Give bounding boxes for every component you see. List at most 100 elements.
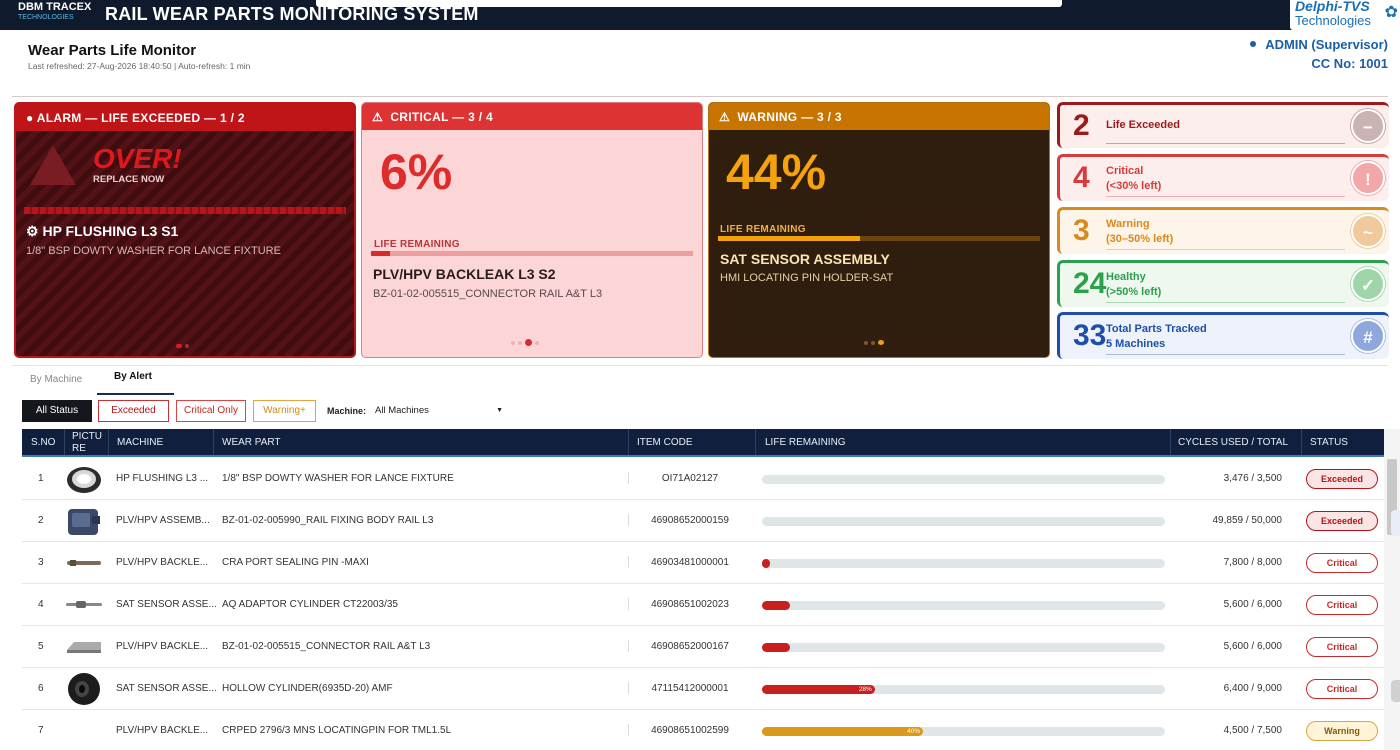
col-item-code[interactable]: ITEM CODE bbox=[637, 437, 693, 448]
part-picture[interactable] bbox=[64, 462, 104, 496]
minus-circle-icon: − bbox=[1351, 109, 1385, 143]
status-badge[interactable]: Exceeded bbox=[1306, 469, 1378, 489]
summary-label-sub: (<30% left) bbox=[1106, 180, 1162, 192]
col-cycles[interactable]: CYCLES USED / TOTAL bbox=[1178, 437, 1288, 448]
carousel-dot[interactable] bbox=[517, 340, 522, 345]
life-remaining-bar: 40% bbox=[762, 727, 1165, 736]
alarm-dot-icon: ● bbox=[26, 111, 34, 125]
warning-icon: ⚠ bbox=[372, 110, 384, 124]
alarm-card[interactable]: ● ALARM — LIFE EXCEEDED — 1 / 2 OVER! RE… bbox=[14, 102, 356, 358]
life-remaining-fill bbox=[762, 559, 771, 568]
summary-tile[interactable]: 24 Healthy (>50% left) ✓ bbox=[1057, 260, 1389, 307]
carousel-dot[interactable] bbox=[534, 340, 539, 345]
table-row[interactable]: 7 PLV/HPV BACKLE... CRPED 2796/3 MNS LOCAT… bbox=[22, 710, 1384, 750]
hash-icon: # bbox=[1351, 319, 1385, 353]
summary-label-main: Critical bbox=[1106, 165, 1144, 177]
table-row[interactable]: 6 SAT SENSOR ASSE... HOLLOW CYLINDER(6935D… bbox=[22, 668, 1384, 710]
warning-card[interactable]: ⚠ WARNING — 3 / 3 44% LIFE REMAINING SAT… bbox=[708, 102, 1050, 358]
summary-tile[interactable]: 4 Critical (<30% left)! bbox=[1057, 154, 1389, 201]
carousel-dot[interactable] bbox=[870, 340, 875, 345]
table-row[interactable]: 3 PLV/HPV BACKLE... CRA PORT SEALING PIN -… bbox=[22, 542, 1384, 584]
summary-label-sub: 5 Machines bbox=[1106, 338, 1166, 350]
critical-carousel-dots[interactable] bbox=[509, 334, 540, 352]
warning-carousel-dots[interactable] bbox=[862, 334, 885, 352]
status-badge[interactable]: Critical bbox=[1306, 595, 1378, 615]
carousel-dot[interactable] bbox=[510, 340, 515, 345]
row-sno: 2 bbox=[38, 515, 44, 526]
row-cycles: 4,500 / 7,500 bbox=[1223, 725, 1282, 736]
side-panel-handle[interactable] bbox=[1391, 680, 1400, 702]
warning-life-track bbox=[718, 236, 1040, 241]
brand-logo: DBM TRACEX TECHNOLOGIES bbox=[18, 0, 91, 22]
col-sno[interactable]: S.NO bbox=[31, 437, 55, 448]
status-badge[interactable]: Warning bbox=[1306, 721, 1378, 741]
table-row[interactable]: 2 PLV/HPV ASSEMB... BZ-01-02-005990_RAIL F… bbox=[22, 500, 1384, 542]
carousel-dot[interactable] bbox=[175, 343, 182, 348]
partner-emblem-icon: ✿ bbox=[1384, 4, 1398, 21]
alarm-carousel-dots[interactable] bbox=[174, 337, 190, 355]
status-badge[interactable]: Critical bbox=[1306, 553, 1378, 573]
life-remaining-bar bbox=[762, 559, 1165, 568]
filter-critical-button[interactable]: Critical Only bbox=[176, 400, 246, 422]
cell-divider bbox=[628, 640, 629, 652]
part-picture[interactable] bbox=[64, 504, 104, 538]
warning-card-title: SAT SENSOR ASSEMBLY bbox=[720, 251, 890, 267]
col-machine[interactable]: MACHINE bbox=[117, 437, 163, 448]
summary-tile[interactable]: 3 Warning (30–50% left) ~ bbox=[1057, 207, 1389, 254]
part-picture[interactable] bbox=[64, 630, 104, 664]
row-cycles: 49,859 / 50,000 bbox=[1212, 515, 1282, 526]
summary-tile[interactable]: 33 Total Parts Tracked 5 Machines # bbox=[1057, 312, 1389, 359]
col-wear-part[interactable]: WEAR PART bbox=[222, 437, 281, 448]
filter-all-status-button[interactable]: All Status bbox=[22, 400, 92, 422]
row-item-code: 46908651002599 bbox=[651, 725, 729, 736]
top-search-box[interactable] bbox=[316, 0, 1062, 7]
row-machine: PLV/HPV BACKLE... bbox=[116, 641, 209, 652]
status-badge[interactable]: Exceeded bbox=[1306, 511, 1378, 531]
part-picture[interactable] bbox=[64, 714, 104, 748]
summary-underline bbox=[1106, 196, 1345, 197]
tab-by-alert[interactable]: By Alert bbox=[114, 371, 152, 382]
table-row[interactable]: 4 SAT SENSOR ASSE... AQ ADAPTOR CYLINDER C… bbox=[22, 584, 1384, 626]
tilde-icon: ~ bbox=[1351, 214, 1385, 248]
summary-tile[interactable]: 2 Life Exceeded − bbox=[1057, 102, 1389, 148]
col-picture[interactable]: PICTURE bbox=[72, 431, 102, 455]
row-item-code: 46908652000159 bbox=[651, 515, 729, 526]
part-picture[interactable] bbox=[64, 546, 104, 580]
alarm-replace-text: REPLACE NOW bbox=[93, 174, 165, 185]
partner-sub: Technologies bbox=[1295, 13, 1371, 28]
filter-warning-button[interactable]: Warning+ bbox=[253, 400, 316, 422]
row-cycles: 3,476 / 3,500 bbox=[1223, 473, 1282, 484]
status-badge[interactable]: Critical bbox=[1306, 637, 1378, 657]
life-remaining-fill bbox=[762, 601, 791, 610]
carousel-dot[interactable] bbox=[184, 343, 189, 348]
life-remaining-bar: 28% bbox=[762, 685, 1165, 694]
side-panel-handle[interactable] bbox=[1391, 510, 1400, 536]
col-status[interactable]: STATUS bbox=[1310, 437, 1348, 448]
carousel-dot[interactable] bbox=[863, 340, 868, 345]
life-remaining-fill: 40% bbox=[762, 727, 924, 736]
top-bar: DBM TRACEX TECHNOLOGIES RAIL WEAR PARTS … bbox=[0, 0, 1400, 30]
row-machine: SAT SENSOR ASSE... bbox=[116, 599, 217, 610]
row-cycles: 5,600 / 6,000 bbox=[1223, 599, 1282, 610]
part-picture[interactable] bbox=[64, 672, 104, 706]
cc-number: CC No: 1001 bbox=[1311, 56, 1388, 71]
carousel-dot[interactable] bbox=[524, 339, 532, 347]
alarm-life-bar bbox=[24, 207, 346, 214]
col-divider bbox=[64, 429, 65, 455]
tab-by-machine[interactable]: By Machine bbox=[30, 374, 82, 385]
life-remaining-bar bbox=[762, 517, 1165, 526]
row-cycles: 6,400 / 9,000 bbox=[1223, 683, 1282, 694]
critical-card[interactable]: ⚠ CRITICAL — 3 / 4 6% LIFE REMAINING PLV… bbox=[361, 102, 703, 358]
row-machine: PLV/HPV BACKLE... bbox=[116, 725, 209, 736]
part-picture[interactable] bbox=[64, 588, 104, 622]
cell-divider bbox=[628, 514, 629, 526]
carousel-dot[interactable] bbox=[877, 340, 884, 346]
filter-exceeded-button[interactable]: Exceeded bbox=[98, 400, 169, 422]
table-row[interactable]: 5 PLV/HPV BACKLE... BZ-01-02-005515_CONNEC… bbox=[22, 626, 1384, 668]
status-badge[interactable]: Critical bbox=[1306, 679, 1378, 699]
machine-select[interactable]: All Machines ▼ bbox=[372, 402, 506, 420]
table-row[interactable]: 1 HP FLUSHING L3 ... 1/8" BSP DOWTY WASHER… bbox=[22, 458, 1384, 500]
user-name[interactable]: ADMIN (Supervisor) bbox=[1265, 37, 1388, 52]
col-life-remaining[interactable]: LIFE REMAINING bbox=[765, 437, 846, 448]
row-machine: PLV/HPV BACKLE... bbox=[116, 557, 209, 568]
